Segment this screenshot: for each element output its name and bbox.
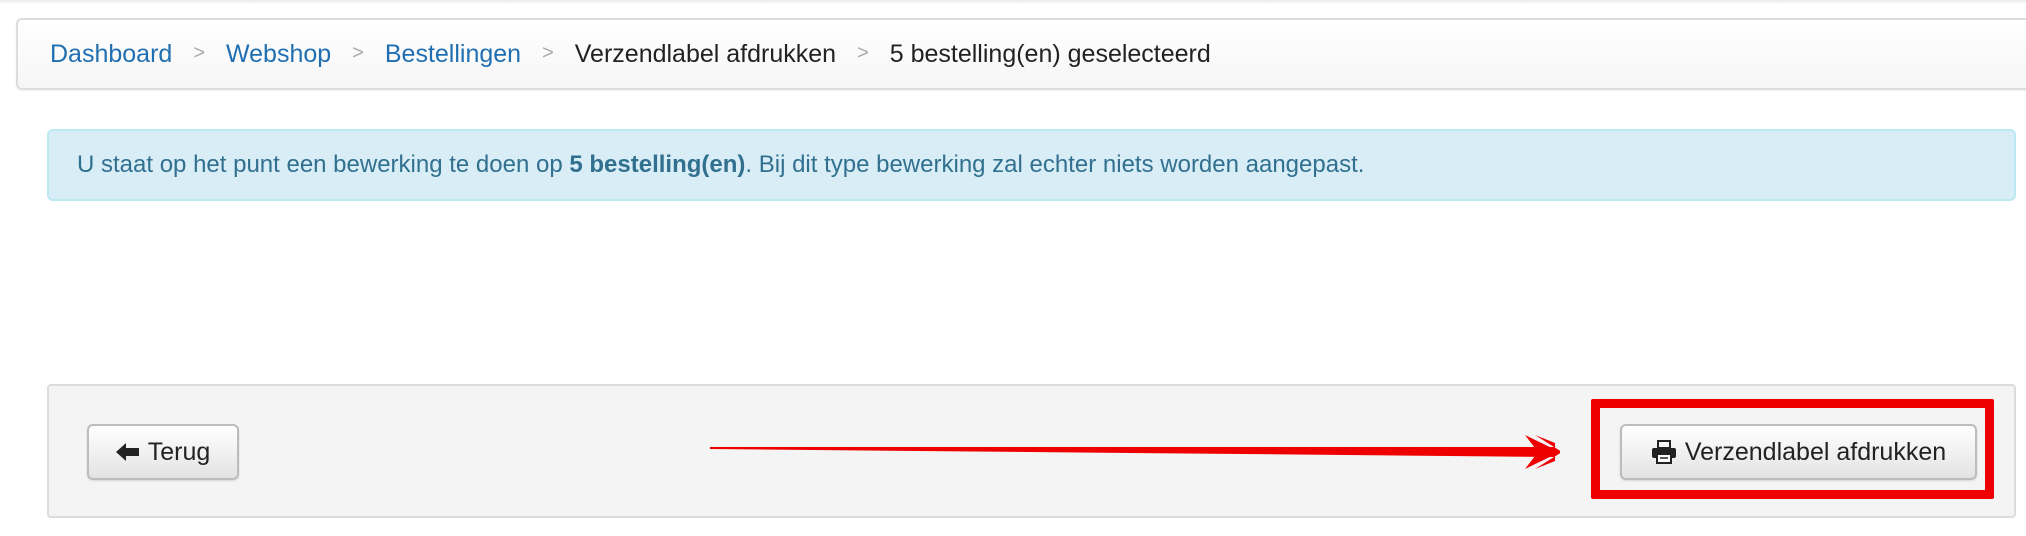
- print-shipping-label-button[interactable]: Verzendlabel afdrukken: [1620, 424, 1977, 480]
- breadcrumb-link-bestellingen[interactable]: Bestellingen: [385, 40, 521, 69]
- breadcrumb-link-dashboard[interactable]: Dashboard: [50, 40, 172, 69]
- breadcrumb-separator: >: [857, 41, 869, 64]
- info-alert: U staat op het punt een bewerking te doe…: [47, 129, 2016, 201]
- alert-text-before: U staat op het punt een bewerking te doe…: [77, 151, 570, 178]
- breadcrumb-separator: >: [542, 41, 554, 64]
- breadcrumb: Dashboard > Webshop > Bestellingen > Ver…: [16, 18, 2026, 90]
- alert-order-count: 5 bestelling(en): [569, 151, 746, 178]
- breadcrumb-link-webshop[interactable]: Webshop: [226, 40, 331, 69]
- form-actions-panel: Terug Verzendlabel afdrukken: [47, 384, 2016, 518]
- top-divider: [0, 0, 2026, 4]
- print-button-label: Verzendlabel afdrukken: [1684, 437, 1947, 466]
- printer-icon: [1651, 440, 1677, 464]
- back-button-label: Terug: [147, 437, 211, 466]
- breadcrumb-separator: >: [193, 41, 205, 64]
- breadcrumb-separator: >: [352, 41, 364, 64]
- breadcrumb-item-verzendlabel: Verzendlabel afdrukken: [574, 39, 837, 68]
- breadcrumb-current-selection: 5 bestelling(en) geselecteerd: [889, 39, 1211, 68]
- arrow-left-icon: [115, 442, 140, 462]
- back-button[interactable]: Terug: [87, 424, 239, 480]
- alert-text-after: . Bij dit type bewerking zal echter niet…: [745, 151, 1365, 178]
